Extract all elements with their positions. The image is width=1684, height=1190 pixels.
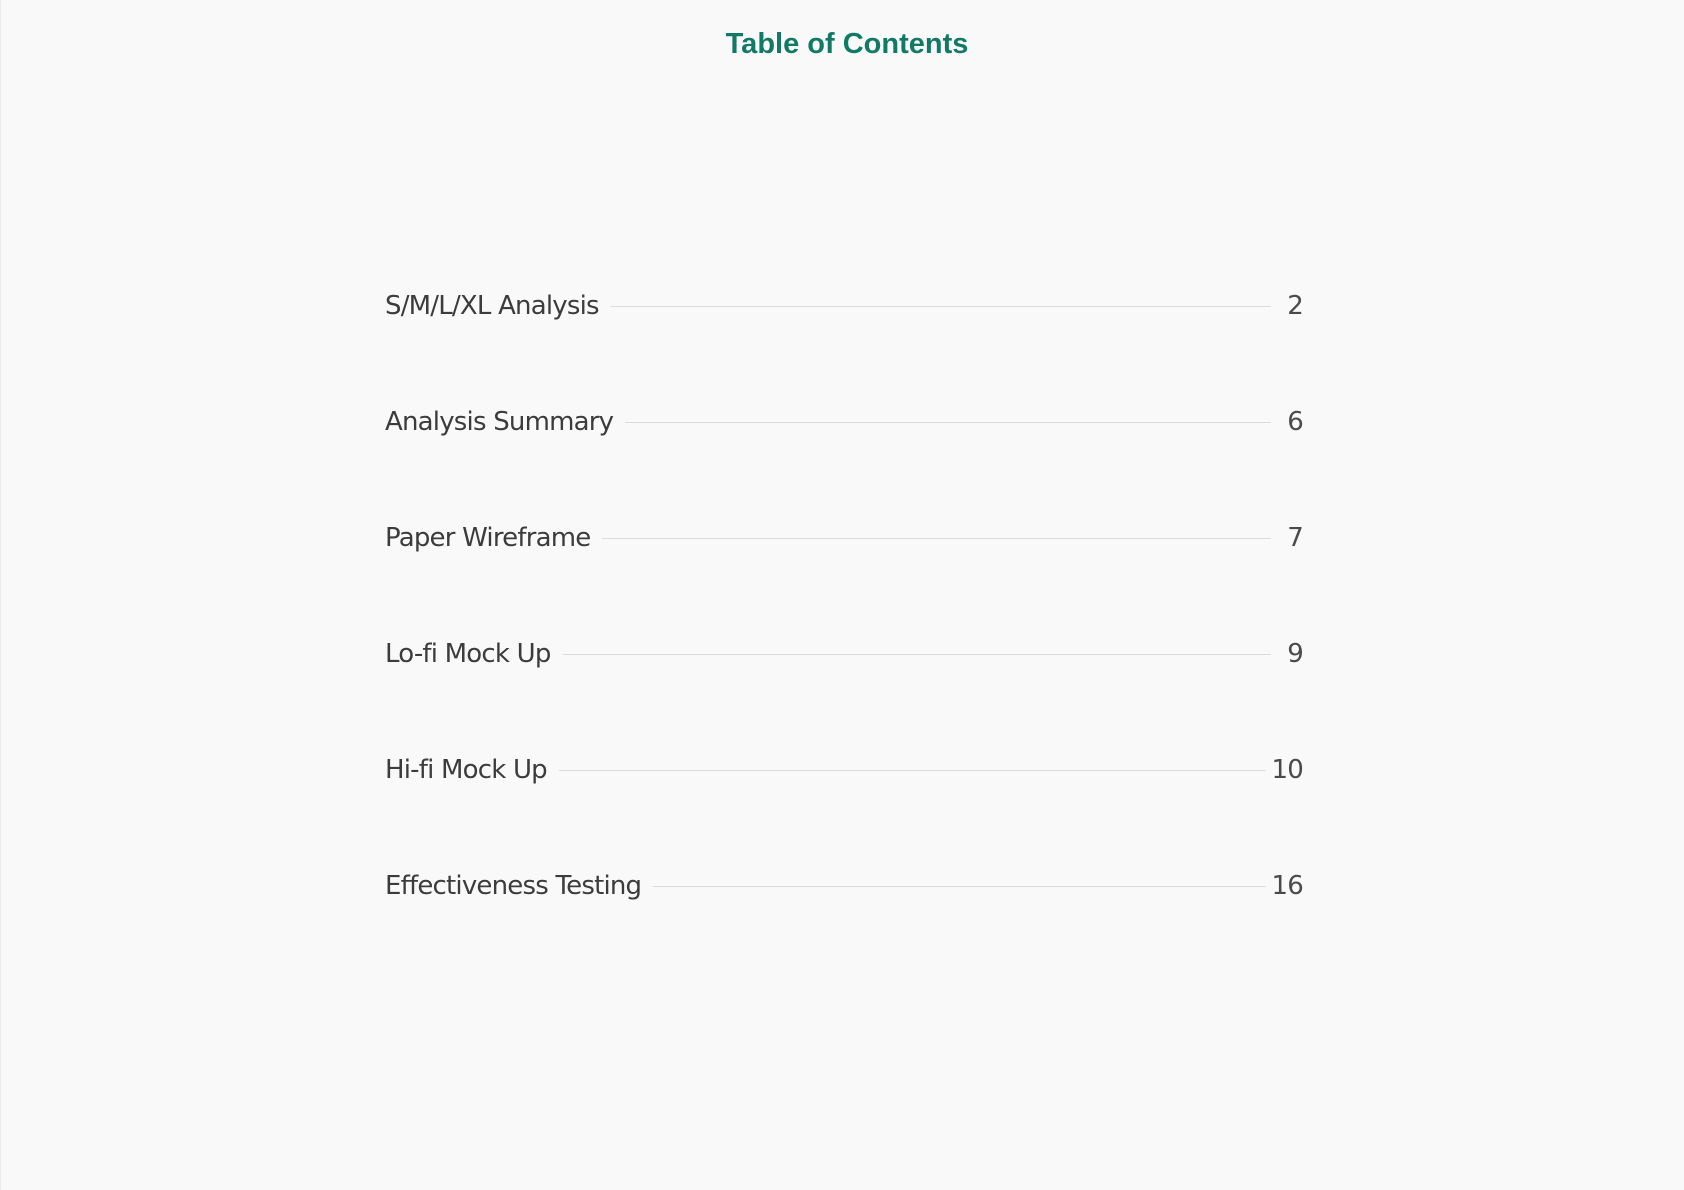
- toc-leader-line: [562, 653, 1271, 655]
- toc-entry-label: Effectiveness Testing: [385, 871, 642, 901]
- toc-leader-line: [653, 885, 1266, 887]
- document-page: Table of Contents S/M/L/XL Analysis 2 An…: [0, 0, 1684, 1190]
- toc-entry-label: Analysis Summary: [385, 407, 614, 437]
- page-title: Table of Contents: [725, 28, 969, 60]
- toc-entry-effectiveness-testing[interactable]: Effectiveness Testing 16: [385, 864, 1304, 908]
- toc-page-number: 2: [1287, 291, 1304, 321]
- toc-entry-lofi-mock-up[interactable]: Lo-fi Mock Up 9: [385, 632, 1304, 676]
- toc-entry-sml-xl-analysis[interactable]: S/M/L/XL Analysis 2: [385, 284, 1304, 328]
- toc-entry-analysis-summary[interactable]: Analysis Summary 6: [385, 400, 1304, 444]
- toc-entry-hifi-mock-up[interactable]: Hi-fi Mock Up 10: [385, 748, 1304, 792]
- toc-leader-line: [602, 537, 1271, 539]
- toc-leader-line: [625, 421, 1271, 423]
- toc-entry-paper-wireframe[interactable]: Paper Wireframe 7: [385, 516, 1304, 560]
- toc-page-number: 16: [1271, 871, 1304, 901]
- toc-leader-line: [610, 305, 1271, 307]
- toc-entry-label: S/M/L/XL Analysis: [385, 291, 600, 321]
- toc-page-number: 7: [1287, 523, 1304, 553]
- toc-list: S/M/L/XL Analysis 2 Analysis Summary 6 P…: [385, 284, 1304, 980]
- toc-entry-label: Paper Wireframe: [385, 523, 591, 553]
- toc-page-number: 10: [1271, 755, 1304, 785]
- toc-page-number: 9: [1287, 639, 1304, 669]
- toc-entry-label: Lo-fi Mock Up: [385, 639, 551, 669]
- toc-page-number: 6: [1287, 407, 1304, 437]
- toc-leader-line: [558, 769, 1266, 771]
- toc-entry-label: Hi-fi Mock Up: [385, 755, 548, 785]
